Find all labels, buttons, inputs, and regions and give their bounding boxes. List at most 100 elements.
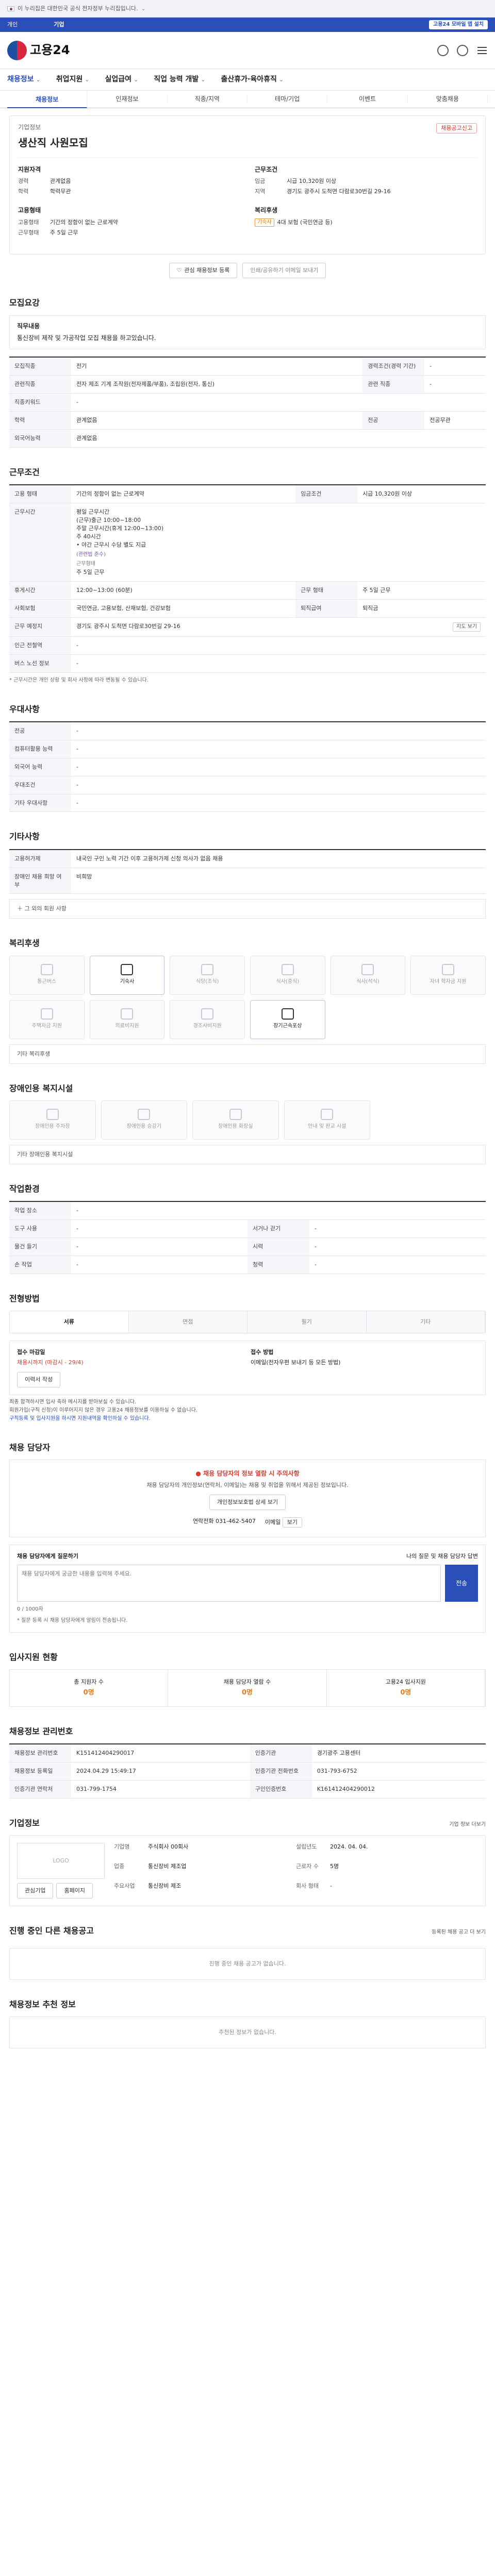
welfare-grid: 통근버스 기숙사 식당(조식) 식사(중식) 식사(석식) 자녀 학자금 지원 …	[9, 955, 486, 1039]
condition-table: 고용 형태 기간의 정함이 없는 근로계약 임금조건 시급 10,320원 이상 근무…	[9, 484, 486, 673]
method-notes: 최종 합격하시면 입사 축하 메시지를 받아보실 수 있습니다. 회원가입(구직…	[9, 1399, 198, 1421]
welfare-block: 복리후생 기숙사 4대 보험 (국민연금 등)	[255, 206, 477, 239]
contact-box: ● 채용 담당자의 정보 열람 시 주의사항 채용 담당자의 개인정보(연락처,…	[9, 1459, 486, 1537]
plus-icon: ＋	[17, 905, 25, 912]
welfare-item: 식사(중식)	[250, 955, 325, 995]
bed-icon	[121, 964, 134, 976]
bus-icon	[40, 964, 53, 976]
welfare-item: 기숙사	[89, 955, 165, 995]
table-row: 학력 관계없음 전공 전공무관	[9, 411, 486, 430]
subnav-region[interactable]: 직종/지역	[168, 94, 248, 104]
welfare-item: 경조사비지원	[170, 999, 245, 1039]
nav-training[interactable]: 직업 능력 개발	[154, 74, 205, 84]
duty-box: 직무내용 통신장비 제작 및 가공작업 모집 채용을 하고있습니다.	[9, 315, 486, 350]
recruit-section: 모집요강 직무내용 통신장비 제작 및 가공작업 모집 채용을 하고있습니다. …	[9, 297, 486, 448]
subnav-jobs[interactable]: 채용정보	[7, 90, 88, 108]
report-button[interactable]: 채용공고신고	[436, 123, 477, 133]
search-icon[interactable]	[437, 44, 449, 56]
company-logo: LOGO	[17, 1843, 105, 1879]
personal-link[interactable]: 개인	[7, 21, 18, 29]
heart-icon: ♡	[176, 267, 182, 274]
table-row: 버스 노선 정보 -	[9, 654, 486, 673]
menu-icon[interactable]	[476, 45, 488, 56]
disability-grid: 장애인용 주차장 장애인용 승강기 장애인용 화장실 안내 및 판교 시설	[9, 1100, 370, 1140]
my-qa-link[interactable]: 나의 질문 및 채용 담당자 답변	[406, 1552, 478, 1561]
table-row: 우대조건 -	[9, 776, 486, 794]
table-row: 휴게시간 12:00~13:00 (60분) 근무 형태 주 5일 근무	[9, 581, 486, 600]
table-row: 장애인 채용 희망 여부 비희망	[9, 868, 486, 894]
table-row: 고용허가제 내국인 구인 노력 기간 이후 고용허가제 신청 의사가 없음 채용	[9, 849, 486, 868]
meal-icon	[281, 964, 294, 976]
table-row: 물건 들기 - 시력 -	[9, 1238, 486, 1256]
stat-item: 고용24 입사지원 0명	[327, 1670, 485, 1706]
nav-leave[interactable]: 출산휴가·육아휴직	[221, 74, 284, 84]
etc-table: 고용허가제 내국인 구인 노력 기간 이후 고용허가제 신청 의사가 없음 채용 …	[9, 849, 486, 894]
homepage-button[interactable]: 홈페이지	[56, 1883, 93, 1899]
condition-block: 근무조건 임금 시급 10,320원 이상 지역 경기도 광주시 도척면 다람로30…	[255, 165, 391, 195]
favorite-company-button[interactable]: 관심기업	[17, 1883, 54, 1899]
table-row: 인증기관 연락처 031-799-1754 구인인증번호 K1614124042900…	[9, 1780, 486, 1799]
privacy-button[interactable]: 개인정보보호법 상세 보기	[209, 1495, 286, 1511]
table-row: 기타 우대사항 -	[9, 794, 486, 812]
method-tabs: 서류 면접 필기 기타	[9, 1310, 486, 1333]
medal-icon	[281, 1008, 294, 1020]
tab-document[interactable]: 서류	[10, 1311, 129, 1333]
table-row: 컴퓨터활용 능력 -	[9, 740, 486, 758]
qualification-block: 지원자격 경력 관계없음 학력 학력무관	[18, 165, 71, 195]
environment-table: 작업 장소 - 도구 사용 - 서거나 걷기 - 물건 들기 - 시력 - 손 작업 - 청력 -	[9, 1200, 486, 1274]
welfare-section: 복리후생 통근버스 기숙사 식당(조식) 식사(중식) 식사(석식) 자녀 학자…	[9, 937, 486, 1064]
sub-nav: 채용정보 인재정보 직종/지역 테마/기업 이벤트 맞춤채용	[0, 90, 495, 108]
logo-mark-icon	[7, 40, 27, 60]
disability-item: 장애인용 주차장	[9, 1100, 96, 1140]
elevator-icon	[138, 1109, 151, 1121]
status-stats: 총 지원자 수 0명 채용 담당자 열람 수 0명 고용24 입사지원 0명	[9, 1669, 486, 1707]
table-row: 직종키워드 -	[9, 393, 486, 412]
method-section: 전형방법 서류 면접 필기 기타 접수 마감일 채용시까지 (마감시 - 29/…	[9, 1293, 486, 1423]
flag-icon	[7, 6, 14, 11]
table-row: 채용정보 등록일 2024.04.29 15:49:17 인증기관 전화번호 031-…	[9, 1762, 486, 1781]
nav-support[interactable]: 취업지원	[56, 74, 90, 84]
table-row: 고용 형태 기간의 정함이 없는 근로계약 임금조건 시급 10,320원 이상	[9, 485, 486, 504]
graduation-icon	[442, 964, 455, 976]
subnav-event[interactable]: 이벤트	[327, 94, 408, 104]
more-jobs-link[interactable]: 등록된 채용 공고 더 보기	[432, 1929, 486, 1937]
table-row: 채용정보 관리번호 K151412404290017 인증기관 경기광주 고용센터	[9, 1744, 486, 1762]
apply-box: 접수 마감일 채용시까지 (마감시 - 29/4) 이력서 작성 접수 방법 이…	[9, 1340, 486, 1395]
company-box: LOGO 관심기업 홈페이지 기업명 주식회사 00회사 설립년도 2024. 04…	[9, 1835, 486, 1906]
gov-banner: 이 누리집은 대한민국 공식 전자정부 누리집입니다. ⌄	[0, 0, 495, 18]
nav-unemployment[interactable]: 실업급여	[105, 74, 139, 84]
environment-section: 작업환경 작업 장소 - 도구 사용 - 서거나 걷기 - 물건 들기 - 시력 - 손 작업…	[9, 1183, 486, 1274]
welfare-item: 식사(석식)	[330, 955, 406, 995]
subnav-theme[interactable]: 테마/기업	[248, 94, 328, 104]
welfare-item: 장기근속포상	[250, 999, 325, 1039]
meal-icon	[201, 964, 214, 976]
send-button[interactable]: 전송	[445, 1564, 478, 1602]
disability-item: 장애인용 화장실	[192, 1100, 279, 1140]
site-logo[interactable]: 고용24	[7, 40, 70, 60]
tab-interview[interactable]: 면접	[128, 1311, 248, 1333]
interest-button[interactable]: ♡ 관심 채용정보 등록	[169, 263, 238, 279]
company-more-link[interactable]: 기업 정보 더보기	[449, 1821, 486, 1829]
manage-section: 채용정보 관리번호 채용정보 관리번호 K151412404290017 인증기관 경…	[9, 1725, 486, 1799]
table-row: 모집직종 전기 경력조건(경력 기간) -	[9, 357, 486, 376]
app-install-chip[interactable]: 고용24 모바일 앱 설치	[429, 20, 488, 30]
subnav-custom[interactable]: 맞춤채용	[408, 94, 488, 104]
map-button[interactable]: 지도 보기	[453, 622, 481, 632]
print-share-button[interactable]: 인쇄/공유하기 이메일 보내기	[242, 263, 326, 279]
job-summary-card: 기업정보 채용공고신고 생산직 사원모집 지원자격 경력 관계없음 학력 학력무관 …	[9, 115, 486, 255]
table-row: 외국어능력 관계없음	[9, 429, 486, 448]
resume-button[interactable]: 이력서 작성	[17, 1371, 61, 1387]
manage-table: 채용정보 관리번호 K151412404290017 인증기관 경기광주 고용센터 채…	[9, 1743, 486, 1799]
nav-jobs[interactable]: 채용정보	[7, 74, 41, 84]
guide-icon	[321, 1109, 334, 1121]
user-icon[interactable]	[457, 44, 468, 56]
subnav-talent[interactable]: 인재정보	[87, 94, 168, 104]
alert-icon: ●	[195, 1469, 204, 1477]
company-link[interactable]: 기업	[54, 21, 64, 29]
tab-etc[interactable]: 기타	[366, 1311, 485, 1333]
view-email-button[interactable]: 보기	[282, 1517, 303, 1528]
question-input[interactable]	[17, 1564, 441, 1602]
chevron-down-icon[interactable]: ⌄	[141, 5, 146, 13]
tab-written[interactable]: 필기	[248, 1311, 367, 1333]
welfare-item: 식당(조식)	[170, 955, 245, 995]
